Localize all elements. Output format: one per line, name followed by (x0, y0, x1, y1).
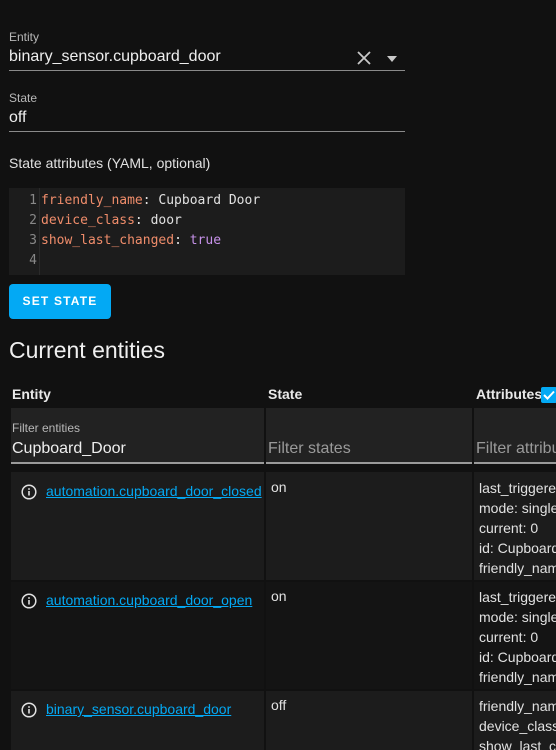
filter-entities-label: Filter entities (12, 421, 81, 435)
filter-entities-input[interactable]: Cupboard_Door (12, 440, 126, 458)
current-entities-title: Current entities (9, 337, 165, 363)
entity-state: on (271, 588, 287, 604)
yaml-line: 4 (29, 253, 37, 268)
clear-icon[interactable] (355, 49, 373, 67)
entity-field-input[interactable]: binary_sensor.cupboard_door (9, 48, 221, 66)
entity-link[interactable]: automation.cupboard_door_open (46, 592, 252, 608)
attribute-line: device_class (479, 718, 556, 734)
filter-attributes-field[interactable]: Filter attributes (474, 408, 556, 464)
filter-states-field[interactable]: Filter states (266, 408, 472, 464)
entity-state: on (271, 479, 287, 495)
attribute-line: current: 0 (479, 520, 539, 536)
yaml-line: 1 friendly_name: Cupboard Door (29, 193, 261, 208)
filter-entities-underline (11, 462, 264, 464)
table-row-entity-cell: binary_sensor.cupboard_door (11, 691, 264, 750)
attribute-line: friendly_name (479, 698, 556, 714)
attributes-label: State attributes (YAML, optional) (9, 155, 211, 171)
info-icon[interactable] (21, 484, 37, 500)
dropdown-arrow-icon[interactable] (385, 52, 399, 64)
yaml-editor[interactable]: 1 friendly_name: Cupboard Door 2 device_cl… (9, 188, 405, 275)
yaml-line: 2 device_class: door (29, 213, 182, 228)
table-row-entity-cell: automation.cupboard_door_closed (11, 472, 264, 580)
attribute-line: mode: single (479, 500, 556, 516)
table-row-state-cell: on (266, 582, 472, 689)
attribute-line: friendly_name (479, 560, 556, 576)
attributes-checkbox[interactable] (541, 387, 556, 403)
attribute-line: last_triggered (479, 480, 556, 496)
filter-states-input[interactable]: Filter states (268, 440, 351, 458)
entity-link[interactable]: binary_sensor.cupboard_door (46, 701, 231, 717)
table-row-attributes-cell: last_triggered mode: single current: 0 i… (474, 472, 556, 580)
attribute-line: current: 0 (479, 629, 539, 645)
table-row-entity-cell: automation.cupboard_door_open (11, 582, 264, 689)
column-header-entity: Entity (12, 386, 51, 402)
state-field-underline (9, 131, 405, 132)
filter-entities-field[interactable]: Filter entities Cupboard_Door (11, 408, 264, 464)
attribute-line: friendly_name (479, 669, 556, 685)
filter-attributes-input[interactable]: Filter attributes (476, 440, 556, 458)
state-field-label: State (9, 91, 38, 105)
info-icon[interactable] (21, 593, 37, 609)
state-field-input[interactable]: off (9, 109, 27, 127)
attribute-line: show_last_changed (479, 738, 556, 750)
attribute-line: mode: single (479, 609, 556, 625)
entity-field-label: Entity (9, 30, 40, 44)
check-icon (543, 390, 555, 400)
filter-attributes-underline (474, 462, 556, 464)
entity-state: off (271, 697, 287, 713)
attribute-line: id: Cupboard (479, 649, 556, 665)
table-row-state-cell: on (266, 472, 472, 580)
table-row-attributes-cell: last_triggered mode: single current: 0 i… (474, 582, 556, 689)
set-state-button[interactable]: SET STATE (9, 284, 111, 319)
column-header-state: State (268, 386, 303, 402)
attribute-line: last_triggered (479, 589, 556, 605)
entity-field-underline (9, 70, 405, 71)
entity-link[interactable]: automation.cupboard_door_closed (46, 483, 262, 499)
column-header-attributes: Attributes (476, 386, 543, 402)
table-row-state-cell: off (266, 691, 472, 750)
info-icon[interactable] (21, 702, 37, 718)
yaml-line: 3 show_last_changed: true (29, 233, 222, 248)
filter-states-underline (266, 462, 472, 464)
attribute-line: id: Cupboard (479, 540, 556, 556)
table-row-attributes-cell: friendly_name device_class show_last_cha… (474, 691, 556, 750)
